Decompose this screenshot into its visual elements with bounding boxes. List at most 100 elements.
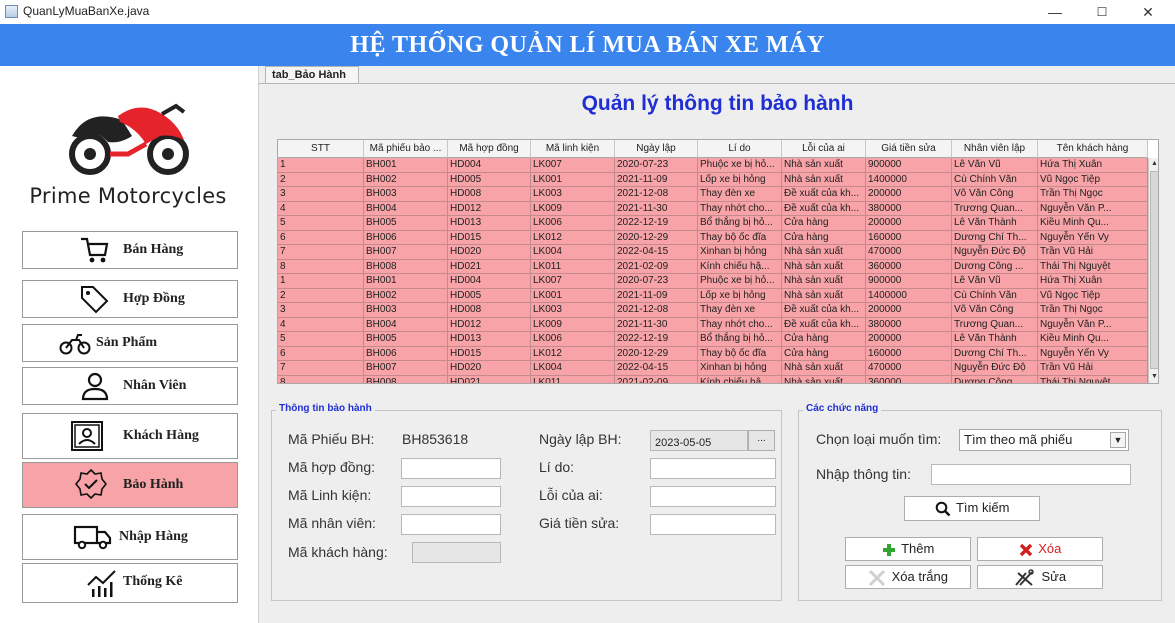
gia-tien-label: Giá tiền sửa:: [539, 515, 620, 531]
minimize-button[interactable]: —: [1035, 0, 1075, 24]
table-cell: HD005: [448, 172, 531, 187]
table-cell: HD008: [448, 187, 531, 202]
date-picker-button[interactable]: ...: [748, 430, 775, 451]
nav-thong-ke-button[interactable]: Thống Kê: [22, 563, 238, 603]
add-button[interactable]: Thêm: [845, 537, 971, 561]
table-cell: Dương Chí Th...: [952, 230, 1038, 245]
table-cell: LK006: [531, 332, 615, 347]
table-cell: Bổ thắng bị hỏ...: [698, 216, 782, 231]
search-button-label: Tìm kiếm: [955, 500, 1010, 515]
search-type-value: Tìm theo mã phiếu: [964, 432, 1073, 447]
table-cell: LK007: [531, 274, 615, 289]
nav-label: Nhân Viên: [123, 378, 187, 393]
table-cell: Võ Văn Công: [952, 187, 1038, 202]
nav-nhan-vien-button[interactable]: Nhân Viên: [22, 367, 238, 405]
table-row[interactable]: 4 BH004 HD012 LK009 2021-11-30 Thay nhớt cho.…: [278, 201, 1148, 216]
table-cell: Nguyễn Đức Độ: [952, 361, 1038, 376]
search-icon: [935, 501, 950, 516]
chevron-down-icon[interactable]: ▼: [1110, 432, 1126, 448]
clear-x-icon: [868, 569, 886, 586]
search-input[interactable]: [931, 464, 1131, 485]
table-row[interactable]: 7 BH007 HD020 LK004 2022-04-15 Xinhan bị hỏng…: [278, 245, 1148, 260]
nav-bao-hanh-button[interactable]: Bảo Hành: [22, 462, 238, 508]
li-do-label: Lí do:: [539, 459, 575, 475]
delete-button[interactable]: Xóa: [977, 537, 1103, 561]
li-do-input[interactable]: [650, 458, 776, 479]
table-cell: 7: [278, 245, 364, 260]
tab-bao-hanh[interactable]: tab_Bảo Hành: [265, 66, 359, 83]
main-content: tab_Bảo Hành Quản lý thông tin bảo hành …: [258, 66, 1175, 623]
table-cell: 3: [278, 303, 364, 318]
clear-button[interactable]: Xóa trắng: [845, 565, 971, 589]
column-header[interactable]: Giá tiền sửa: [866, 140, 952, 158]
column-header[interactable]: STT: [278, 140, 364, 158]
table-row[interactable]: 7 BH007 HD020 LK004 2022-04-15 Xinhan bị hỏng…: [278, 361, 1148, 376]
table-row[interactable]: 5 BH005 HD013 LK006 2022-12-19 Bổ thắng bị hỏ…: [278, 332, 1148, 347]
vertical-scrollbar[interactable]: ▲ ▼: [1148, 158, 1158, 383]
column-header[interactable]: Lỗi của ai: [782, 140, 866, 158]
loi-cua-ai-input[interactable]: [650, 486, 776, 507]
column-header[interactable]: Lí do: [698, 140, 782, 158]
ma-hop-dong-input[interactable]: [401, 458, 501, 479]
table-row[interactable]: 8 BH008 HD021 LK011 2021-02-09 Kính chiếu hậ.…: [278, 259, 1148, 274]
nav-nhap-hang-button[interactable]: Nhập Hàng: [22, 514, 238, 560]
table-row[interactable]: 6 BH006 HD015 LK012 2020-12-29 Thay bộ ốc đĩa…: [278, 230, 1148, 245]
table-cell: Kính chiếu hậ...: [698, 259, 782, 274]
table-row[interactable]: 2 BH002 HD005 LK001 2021-11-09 Lốp xe bị hỏng…: [278, 172, 1148, 187]
table-cell: Lê Văn Vũ: [952, 158, 1038, 173]
maximize-button[interactable]: ☐: [1082, 0, 1122, 24]
table-row[interactable]: 4 BH004 HD012 LK009 2021-11-30 Thay nhớt cho.…: [278, 317, 1148, 332]
table-cell: BH001: [364, 158, 448, 173]
table-cell: Hứa Thị Xuân: [1038, 158, 1148, 173]
table-row[interactable]: 6 BH006 HD015 LK012 2020-12-29 Thay bộ ốc đĩa…: [278, 346, 1148, 361]
nav-khach-hang-button[interactable]: Khách Hàng: [22, 413, 238, 459]
table-cell: LK012: [531, 230, 615, 245]
column-header[interactable]: Mã hợp đồng: [448, 140, 531, 158]
table-row[interactable]: 8 BH008 HD021 LK011 2021-02-09 Kính chiếu hậ.…: [278, 375, 1148, 383]
table-cell: 380000: [866, 317, 952, 332]
close-button[interactable]: ✕: [1128, 0, 1168, 24]
column-header[interactable]: Ngày lập: [615, 140, 698, 158]
column-header[interactable]: Nhân viên lập: [952, 140, 1038, 158]
table-cell: 2: [278, 172, 364, 187]
table-cell: 2022-12-19: [615, 216, 698, 231]
table-cell: LK003: [531, 187, 615, 202]
warranty-table[interactable]: STT Mã phiếu bảo ... Mã hợp đồng Mã linh ki…: [277, 139, 1159, 384]
table-row[interactable]: 1 BH001 HD004 LK007 2020-07-23 Phuộc xe bị hỏ…: [278, 274, 1148, 289]
ma-linh-kien-input[interactable]: [401, 486, 501, 507]
window-title: QuanLyMuaBanXe.java: [23, 4, 150, 18]
table-row[interactable]: 1 BH001 HD004 LK007 2020-07-23 Phuộc xe bị hỏ…: [278, 158, 1148, 173]
table-cell: 3: [278, 187, 364, 202]
nav-ban-hang-button[interactable]: Bán Hàng: [22, 231, 238, 269]
table-row[interactable]: 5 BH005 HD013 LK006 2022-12-19 Bổ thắng bị hỏ…: [278, 216, 1148, 231]
search-type-select[interactable]: Tìm theo mã phiếu ▼: [959, 429, 1129, 451]
nav-hop-dong-button[interactable]: Hợp Đồng: [22, 280, 238, 318]
table-cell: 6: [278, 230, 364, 245]
scroll-down-icon[interactable]: ▼: [1149, 371, 1158, 382]
ngay-lap-input[interactable]: 2023-05-05: [650, 430, 748, 451]
ma-nhan-vien-input[interactable]: [401, 514, 501, 535]
table-row[interactable]: 3 BH003 HD008 LK003 2021-12-08 Thay đèn xe Đề …: [278, 303, 1148, 318]
table-row[interactable]: 3 BH003 HD008 LK003 2021-12-08 Thay đèn xe Đề …: [278, 187, 1148, 202]
table-cell: HD020: [448, 361, 531, 376]
search-input-label: Nhập thông tin:: [816, 466, 911, 482]
scroll-thumb[interactable]: [1150, 171, 1158, 369]
search-button[interactable]: Tìm kiếm: [904, 496, 1040, 521]
table-cell: 2020-07-23: [615, 158, 698, 173]
table-cell: BH005: [364, 216, 448, 231]
plus-icon: [882, 543, 895, 556]
table-cell: Cù Chính Văn: [952, 288, 1038, 303]
gia-tien-input[interactable]: [650, 514, 776, 535]
table-row[interactable]: 2 BH002 HD005 LK001 2021-11-09 Lốp xe bị hỏng…: [278, 288, 1148, 303]
table-cell: Lốp xe bị hỏng: [698, 172, 782, 187]
table-cell: 2020-12-29: [615, 230, 698, 245]
scroll-up-icon[interactable]: ▲: [1149, 158, 1158, 169]
table-body[interactable]: 1 BH001 HD004 LK007 2020-07-23 Phuộc xe bị hỏ…: [278, 158, 1148, 383]
ma-khach-hang-input: [412, 542, 501, 563]
column-header[interactable]: Tên khách hàng: [1038, 140, 1148, 158]
column-header[interactable]: Mã linh kiện: [531, 140, 615, 158]
column-header[interactable]: Mã phiếu bảo ...: [364, 140, 448, 158]
edit-button[interactable]: Sửa: [977, 565, 1103, 589]
table-cell: 1400000: [866, 172, 952, 187]
nav-san-pham-button[interactable]: Sản Phẩm: [22, 324, 238, 362]
